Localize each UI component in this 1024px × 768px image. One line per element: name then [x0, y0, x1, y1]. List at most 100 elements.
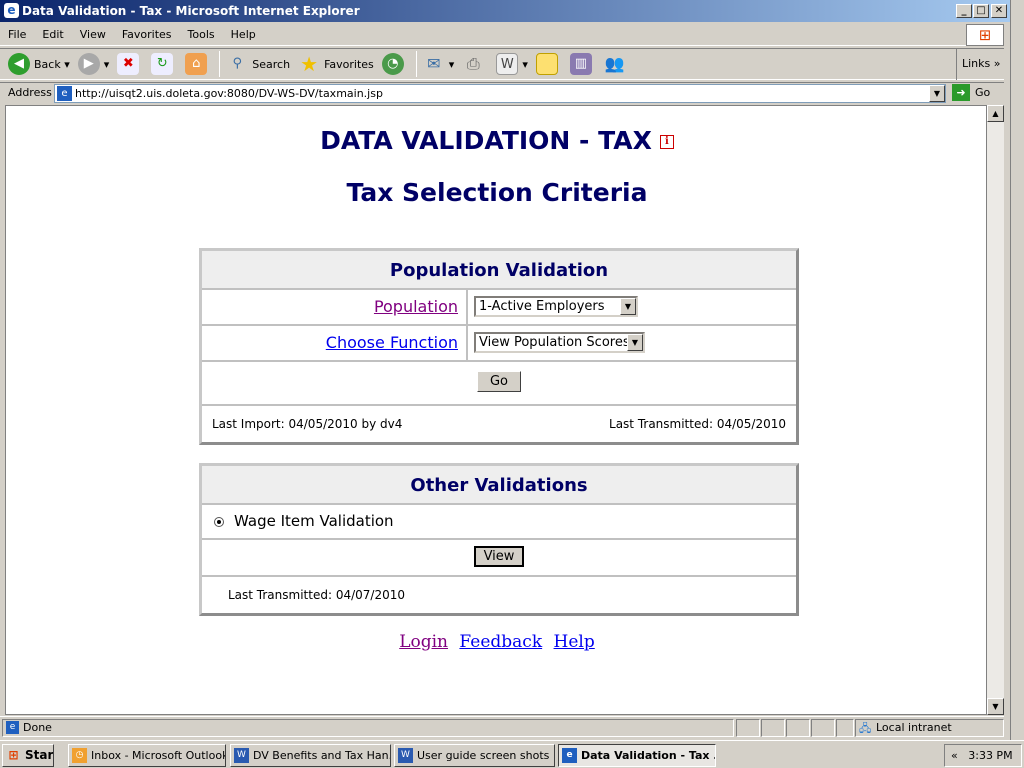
address-go-button[interactable]: ➜ Go	[952, 84, 990, 101]
favorites-button[interactable]: ★ Favorites	[298, 53, 374, 75]
population-select[interactable]: 1-Active Employers ▼	[474, 296, 638, 317]
windows-logo-icon: ⊞	[8, 748, 19, 762]
back-arrow-icon: ◀	[8, 53, 30, 75]
taskbar-item-outlook[interactable]: ◷ Inbox - Microsoft Outlook	[68, 744, 226, 767]
taskbar-item-word-1[interactable]: W DV Benefits and Tax Han...	[230, 744, 391, 767]
go-button[interactable]: Go	[476, 371, 522, 392]
window-title-bar[interactable]: e Data Validation - Tax - Microsoft Inte…	[0, 0, 1010, 22]
scroll-up-button[interactable]: ▲	[987, 105, 1004, 122]
zone-text: Local intranet	[876, 721, 952, 734]
wage-item-label: Wage Item Validation	[234, 512, 394, 530]
taskbar-item-label: User guide screen shots ...	[417, 749, 555, 762]
other-validations-header: Other Validations	[202, 466, 796, 505]
wage-item-radio-row[interactable]: Wage Item Validation	[202, 505, 796, 540]
favorites-label: Favorites	[324, 57, 374, 71]
research-icon: ▥	[569, 53, 592, 75]
menu-favorites[interactable]: Favorites	[114, 28, 180, 41]
status-bar: e Done 🖧 Local intranet	[0, 716, 1004, 738]
messenger-button[interactable]: 👥	[604, 53, 630, 75]
edit-word-button[interactable]: W ▾	[496, 53, 528, 75]
system-tray: « 3:33 PM	[944, 744, 1022, 767]
word-icon: W	[234, 748, 249, 763]
choose-function-link[interactable]: Choose Function	[326, 333, 458, 352]
history-button[interactable]: ◔	[381, 53, 408, 75]
clock: 3:33 PM	[968, 749, 1013, 762]
vertical-scrollbar[interactable]: ▲ ▼	[987, 105, 1004, 715]
links-button[interactable]: Links »	[956, 48, 1004, 80]
chevron-down-icon[interactable]: ▼	[620, 298, 636, 315]
scroll-down-button[interactable]: ▼	[987, 698, 1004, 715]
forward-button[interactable]: ▶ ▾	[77, 53, 109, 75]
mail-button[interactable]: ✉ ▾	[423, 53, 454, 75]
address-bar: Address e http://uisqt2.uis.doleta.gov:8…	[0, 82, 1004, 103]
tray-expand-button[interactable]: «	[951, 749, 958, 762]
messenger-icon: 👥	[604, 54, 625, 73]
word-icon: W	[496, 53, 519, 75]
last-import-text: Last Import: 04/05/2010 by dv4	[212, 417, 403, 431]
function-value: View Population Scores	[479, 335, 630, 350]
maximize-button[interactable]: □	[973, 4, 989, 18]
favorites-star-icon: ★	[300, 52, 319, 76]
status-pane	[761, 719, 785, 737]
start-button[interactable]: ⊞ Start	[2, 744, 54, 767]
refresh-icon: ↻	[151, 53, 174, 75]
page-icon: e	[57, 86, 72, 101]
population-value: 1-Active Employers	[479, 299, 605, 314]
last-transmitted-text: Last Transmitted: 04/07/2010	[228, 588, 405, 602]
menu-tools[interactable]: Tools	[180, 28, 223, 41]
population-validation-header: Population Validation	[202, 251, 796, 290]
refresh-button[interactable]: ↻	[151, 53, 177, 75]
function-select[interactable]: View Population Scores ▼	[474, 332, 645, 353]
menu-help[interactable]: Help	[223, 28, 264, 41]
search-button[interactable]: ⚲ Search	[226, 53, 291, 75]
history-icon: ◔	[381, 53, 404, 75]
taskbar-item-label: DV Benefits and Tax Han...	[253, 749, 391, 762]
taskbar: ⊞ Start ◷ Inbox - Microsoft Outlook W DV Be…	[0, 740, 1024, 768]
print-button[interactable]: ⎙	[462, 53, 488, 75]
ie-icon: e	[562, 748, 577, 763]
status-text: Done	[23, 721, 52, 734]
menu-file[interactable]: File	[0, 28, 34, 41]
help-link[interactable]: Help	[554, 632, 595, 652]
toolbar: ◀ Back ▾ ▶ ▾ ✖ ↻ ⌂ ⚲ Search ★ Favorites ◔ ✉ ▾…	[0, 48, 1004, 80]
address-input[interactable]: e http://uisqt2.uis.doleta.gov:8080/DV-W…	[54, 84, 946, 103]
view-button[interactable]: View	[473, 546, 525, 567]
go-arrow-icon: ➜	[952, 84, 970, 101]
forward-arrow-icon: ▶	[77, 53, 100, 75]
menu-edit[interactable]: Edit	[34, 28, 71, 41]
wage-item-radio[interactable]	[214, 516, 224, 527]
word-icon: W	[398, 748, 413, 763]
minimize-button[interactable]: _	[956, 4, 972, 18]
zone-pane: 🖧 Local intranet	[855, 719, 1004, 737]
back-label: Back	[34, 57, 61, 71]
home-button[interactable]: ⌂	[185, 53, 211, 75]
taskbar-item-label: Data Validation - Tax ...	[581, 749, 716, 762]
taskbar-item-word-2[interactable]: W User guide screen shots ...	[394, 744, 555, 767]
status-pane	[836, 719, 854, 737]
home-icon: ⌂	[185, 53, 208, 75]
column-divider	[466, 290, 468, 324]
chevron-down-icon[interactable]: ▼	[627, 334, 643, 351]
ie-icon: e	[4, 3, 19, 18]
discuss-button[interactable]	[535, 53, 562, 75]
toolbar-separator	[219, 51, 221, 77]
back-button[interactable]: ◀ Back ▾	[8, 53, 70, 75]
research-button[interactable]: ▥	[569, 53, 596, 75]
windows-logo-icon: ⊞	[966, 24, 1004, 46]
note-icon	[535, 53, 558, 75]
address-dropdown-button[interactable]: ▼	[929, 85, 945, 102]
population-validation-panel: Population Validation Population 1-Activ…	[199, 248, 799, 445]
login-link[interactable]: Login	[399, 632, 448, 652]
outlook-icon: ◷	[72, 748, 87, 763]
menu-view[interactable]: View	[72, 28, 114, 41]
close-button[interactable]: ✕	[991, 4, 1007, 18]
links-label: Links	[962, 57, 991, 70]
status-text-pane: e Done	[2, 719, 734, 737]
info-icon[interactable]: i	[659, 135, 674, 149]
menu-bar: File Edit View Favorites Tools Help	[0, 24, 1004, 46]
stop-button[interactable]: ✖	[117, 53, 143, 75]
taskbar-item-ie[interactable]: e Data Validation - Tax ...	[558, 744, 716, 767]
feedback-link[interactable]: Feedback	[459, 632, 542, 652]
population-link[interactable]: Population	[374, 297, 458, 316]
start-label: Start	[25, 748, 54, 762]
